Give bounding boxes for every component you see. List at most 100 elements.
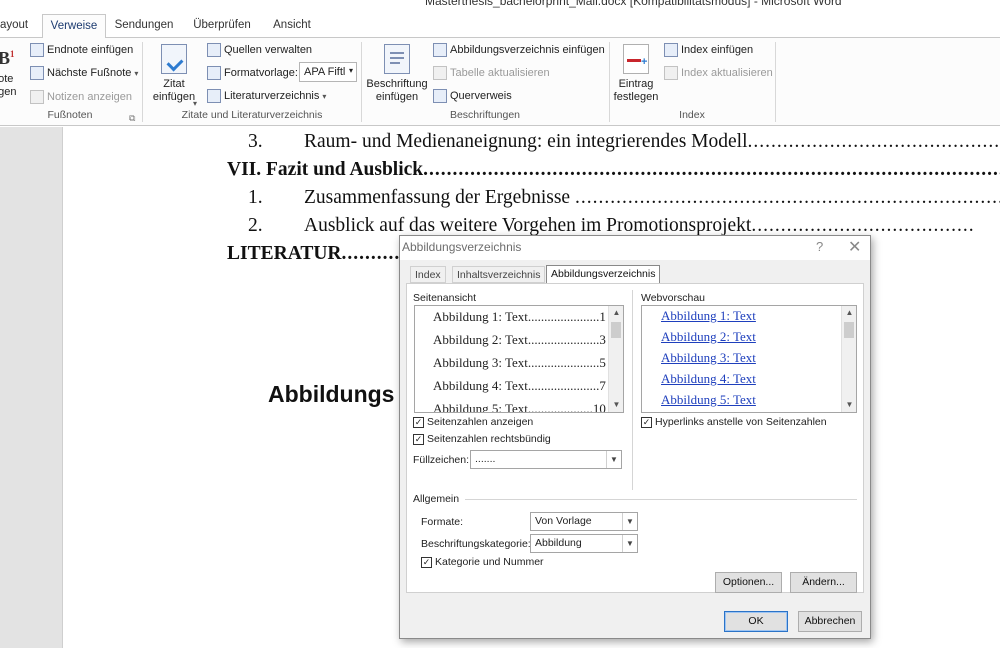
web-preview-link[interactable]: Abbildung 3: Text xyxy=(661,350,756,366)
dialog-title-bar[interactable]: Abbildungsverzeichnis ? ✕ xyxy=(400,236,870,260)
scroll-down-icon[interactable]: ▼ xyxy=(609,398,623,412)
web-preview-scrollbar[interactable]: ▲ ▼ xyxy=(841,306,856,412)
toc-text: Zusammenfassung der Ergebnisse xyxy=(304,187,575,208)
caption-label-label: Beschriftungskategorie: xyxy=(421,538,531,550)
bibliography-button[interactable]: Literaturverzeichnis ▾ xyxy=(207,89,326,103)
web-preview-box: Abbildung 1: Text Abbildung 2: Text Abbi… xyxy=(641,305,857,413)
web-preview-link[interactable]: Abbildung 5: Text xyxy=(661,392,756,408)
include-label-number-checkbox[interactable]: ✓ Kategorie und Nummer xyxy=(421,556,544,568)
manage-sources-button[interactable]: Quellen verwalten xyxy=(207,43,312,57)
dialog-title: Abbildungsverzeichnis xyxy=(402,240,522,254)
scroll-down-icon[interactable]: ▼ xyxy=(842,398,856,412)
insert-table-of-figures-button[interactable]: Abbildungsverzeichnis einfügen xyxy=(433,43,605,57)
insert-index-button[interactable]: Index einfügen xyxy=(664,43,753,57)
footnote-label-2: ügen xyxy=(0,86,17,98)
modify-button[interactable]: Ändern... xyxy=(790,572,857,593)
use-hyperlinks-label: Hyperlinks anstelle von Seitenzahlen xyxy=(655,416,827,428)
chevron-down-icon: ▾ xyxy=(348,66,353,75)
cross-reference-label: Querverweis xyxy=(450,90,512,102)
chevron-down-icon: ▾ xyxy=(134,68,139,78)
group-divider xyxy=(775,42,776,122)
scroll-up-icon[interactable]: ▲ xyxy=(842,306,856,320)
tab-view[interactable]: Ansicht xyxy=(266,14,318,38)
show-notes-icon xyxy=(30,90,44,104)
options-button[interactable]: Optionen... xyxy=(715,572,782,593)
update-index-button[interactable]: Index aktualisieren xyxy=(664,66,773,80)
ribbon: B1 note ügen Endnote einfügen Nächste Fu… xyxy=(0,38,1000,126)
toc-line: 1. Zusammenfassung der Ergebnisse .......… xyxy=(248,187,1000,209)
update-table-button[interactable]: Tabelle aktualisieren xyxy=(433,66,550,80)
table-of-figures-dialog: Abbildungsverzeichnis ? ✕ Index Inhaltsv… xyxy=(399,235,871,639)
window-title: Masterthesis_bachelorprint_Mail.docx [Ko… xyxy=(425,0,842,8)
use-hyperlinks-checkbox[interactable]: ✓ Hyperlinks anstelle von Seitenzahlen xyxy=(641,416,827,428)
dialog-launcher-icon[interactable]: ⧉ xyxy=(129,113,135,124)
web-preview-link[interactable]: Abbildung 4: Text xyxy=(661,371,756,387)
toc-text: Raum- und Medienaneignung: ein integrier… xyxy=(304,131,748,152)
document-heading: Abbildungs xyxy=(268,381,395,407)
insert-footnote-button[interactable]: B1 note ügen xyxy=(0,48,24,99)
preview-row: Abbildung 1: Text......................1 xyxy=(433,309,606,324)
manage-sources-label: Quellen verwalten xyxy=(224,44,313,56)
toc-number: 2. xyxy=(248,215,263,236)
citation-style-value: APA Fiftl xyxy=(304,66,346,78)
scroll-thumb[interactable] xyxy=(611,322,621,338)
print-preview-scrollbar[interactable]: ▲ ▼ xyxy=(608,306,623,412)
right-align-page-numbers-label: Seitenzahlen rechtsbündig xyxy=(427,433,551,445)
insert-citation-label-1: Zitat xyxy=(163,78,185,90)
tab-index[interactable]: Index xyxy=(410,266,446,283)
insert-citation-button[interactable]: Zitat einfügen xyxy=(150,44,198,104)
tab-table-of-figures[interactable]: Abbildungsverzeichnis xyxy=(546,265,661,284)
preview-row: Abbildung 4: Text......................7 xyxy=(433,378,606,393)
insert-index-label: Index einfügen xyxy=(681,44,754,56)
show-page-numbers-label: Seitenzahlen anzeigen xyxy=(427,416,534,428)
insert-caption-label-1: Beschriftung xyxy=(366,78,428,90)
tab-leader-label: Füllzeichen: xyxy=(413,454,470,466)
toc-line: LITERATUR........... xyxy=(227,243,407,265)
chevron-down-icon: ▼ xyxy=(606,451,621,468)
mark-entry-label-2: festlegen xyxy=(613,91,659,103)
group-label-citations: Zitate und Literaturverzeichnis xyxy=(181,109,323,121)
citation-icon xyxy=(161,44,187,74)
tab-references[interactable]: Verweise xyxy=(42,14,106,39)
style-icon xyxy=(207,66,221,80)
toc-number: 1. xyxy=(248,187,263,208)
scroll-up-icon[interactable]: ▲ xyxy=(609,306,623,320)
checkbox-checked-icon: ✓ xyxy=(413,433,424,445)
preview-row: Abbildung 2: Text......................3 xyxy=(433,332,606,347)
insert-caption-button[interactable]: Beschriftung einfügen xyxy=(366,44,428,104)
scroll-thumb[interactable] xyxy=(844,322,854,338)
citation-style-select[interactable]: APA Fiftl ▾ xyxy=(299,62,357,82)
cancel-button[interactable]: Abbrechen xyxy=(798,611,862,632)
chevron-down-icon: ▼ xyxy=(622,535,637,552)
toc-number: 3. xyxy=(248,131,263,152)
print-preview-box: Abbildung 1: Text......................1… xyxy=(414,305,624,413)
ok-button[interactable]: OK xyxy=(724,611,788,632)
tab-mailings[interactable]: Sendungen xyxy=(110,14,178,38)
style-label: Formatvorlage: xyxy=(207,66,298,80)
right-align-page-numbers-checkbox[interactable]: ✓ Seitenzahlen rechtsbündig xyxy=(413,433,551,445)
mark-entry-label-1: Eintrag xyxy=(618,78,654,90)
chevron-down-icon: ▾ xyxy=(193,99,198,108)
style-label-text: Formatvorlage: xyxy=(224,67,298,79)
web-preview-link[interactable]: Abbildung 2: Text xyxy=(661,329,756,345)
update-index-label: Index aktualisieren xyxy=(681,67,773,79)
column-divider xyxy=(632,290,633,490)
tab-review[interactable]: Überprüfen xyxy=(186,14,258,38)
chevron-down-icon: ▼ xyxy=(622,513,637,530)
show-page-numbers-checkbox[interactable]: ✓ Seitenzahlen anzeigen xyxy=(413,416,533,428)
tab-leader-select[interactable]: ....... ▼ xyxy=(470,450,622,469)
caption-label-select[interactable]: Abbildung ▼ xyxy=(530,534,638,553)
insert-endnote-button[interactable]: Endnote einfügen xyxy=(30,43,133,57)
cross-reference-button[interactable]: Querverweis xyxy=(433,89,512,103)
mark-entry-button[interactable]: + Eintrag festlegen xyxy=(613,44,659,104)
help-icon[interactable]: ? xyxy=(816,239,823,254)
next-footnote-button[interactable]: Nächste Fußnote ▾ xyxy=(30,66,138,80)
tab-layout[interactable]: ayout xyxy=(0,14,36,38)
general-divider xyxy=(465,499,857,500)
formats-select[interactable]: Von Vorlage ▼ xyxy=(530,512,638,531)
show-notes-button[interactable]: Notizen anzeigen xyxy=(30,90,132,104)
web-preview-link[interactable]: Abbildung 1: Text xyxy=(661,308,756,324)
tab-table-of-contents[interactable]: Inhaltsverzeichnis xyxy=(452,266,546,283)
toc-text: LITERATUR xyxy=(227,243,342,264)
close-icon[interactable]: ✕ xyxy=(848,237,861,257)
